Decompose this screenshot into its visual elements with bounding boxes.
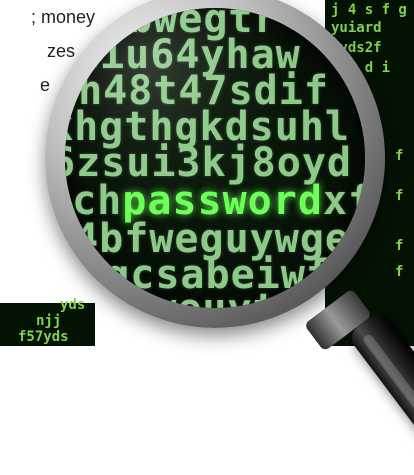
magnifier-handle	[346, 308, 414, 475]
magnifier-lens: ebwegtr eiu64yhaw vh48t47sdif khgthgkdsu…	[65, 8, 365, 308]
magnifying-glass-icon: ebwegtr eiu64yhaw vh48t47sdif khgthgkdsu…	[0, 0, 414, 475]
lens-code-line: rh3weuyt47	[77, 289, 365, 308]
lens-code-line: 6zsui3kj8oyd	[65, 140, 352, 186]
lens-password-line: uchpasswordxf	[65, 181, 365, 221]
